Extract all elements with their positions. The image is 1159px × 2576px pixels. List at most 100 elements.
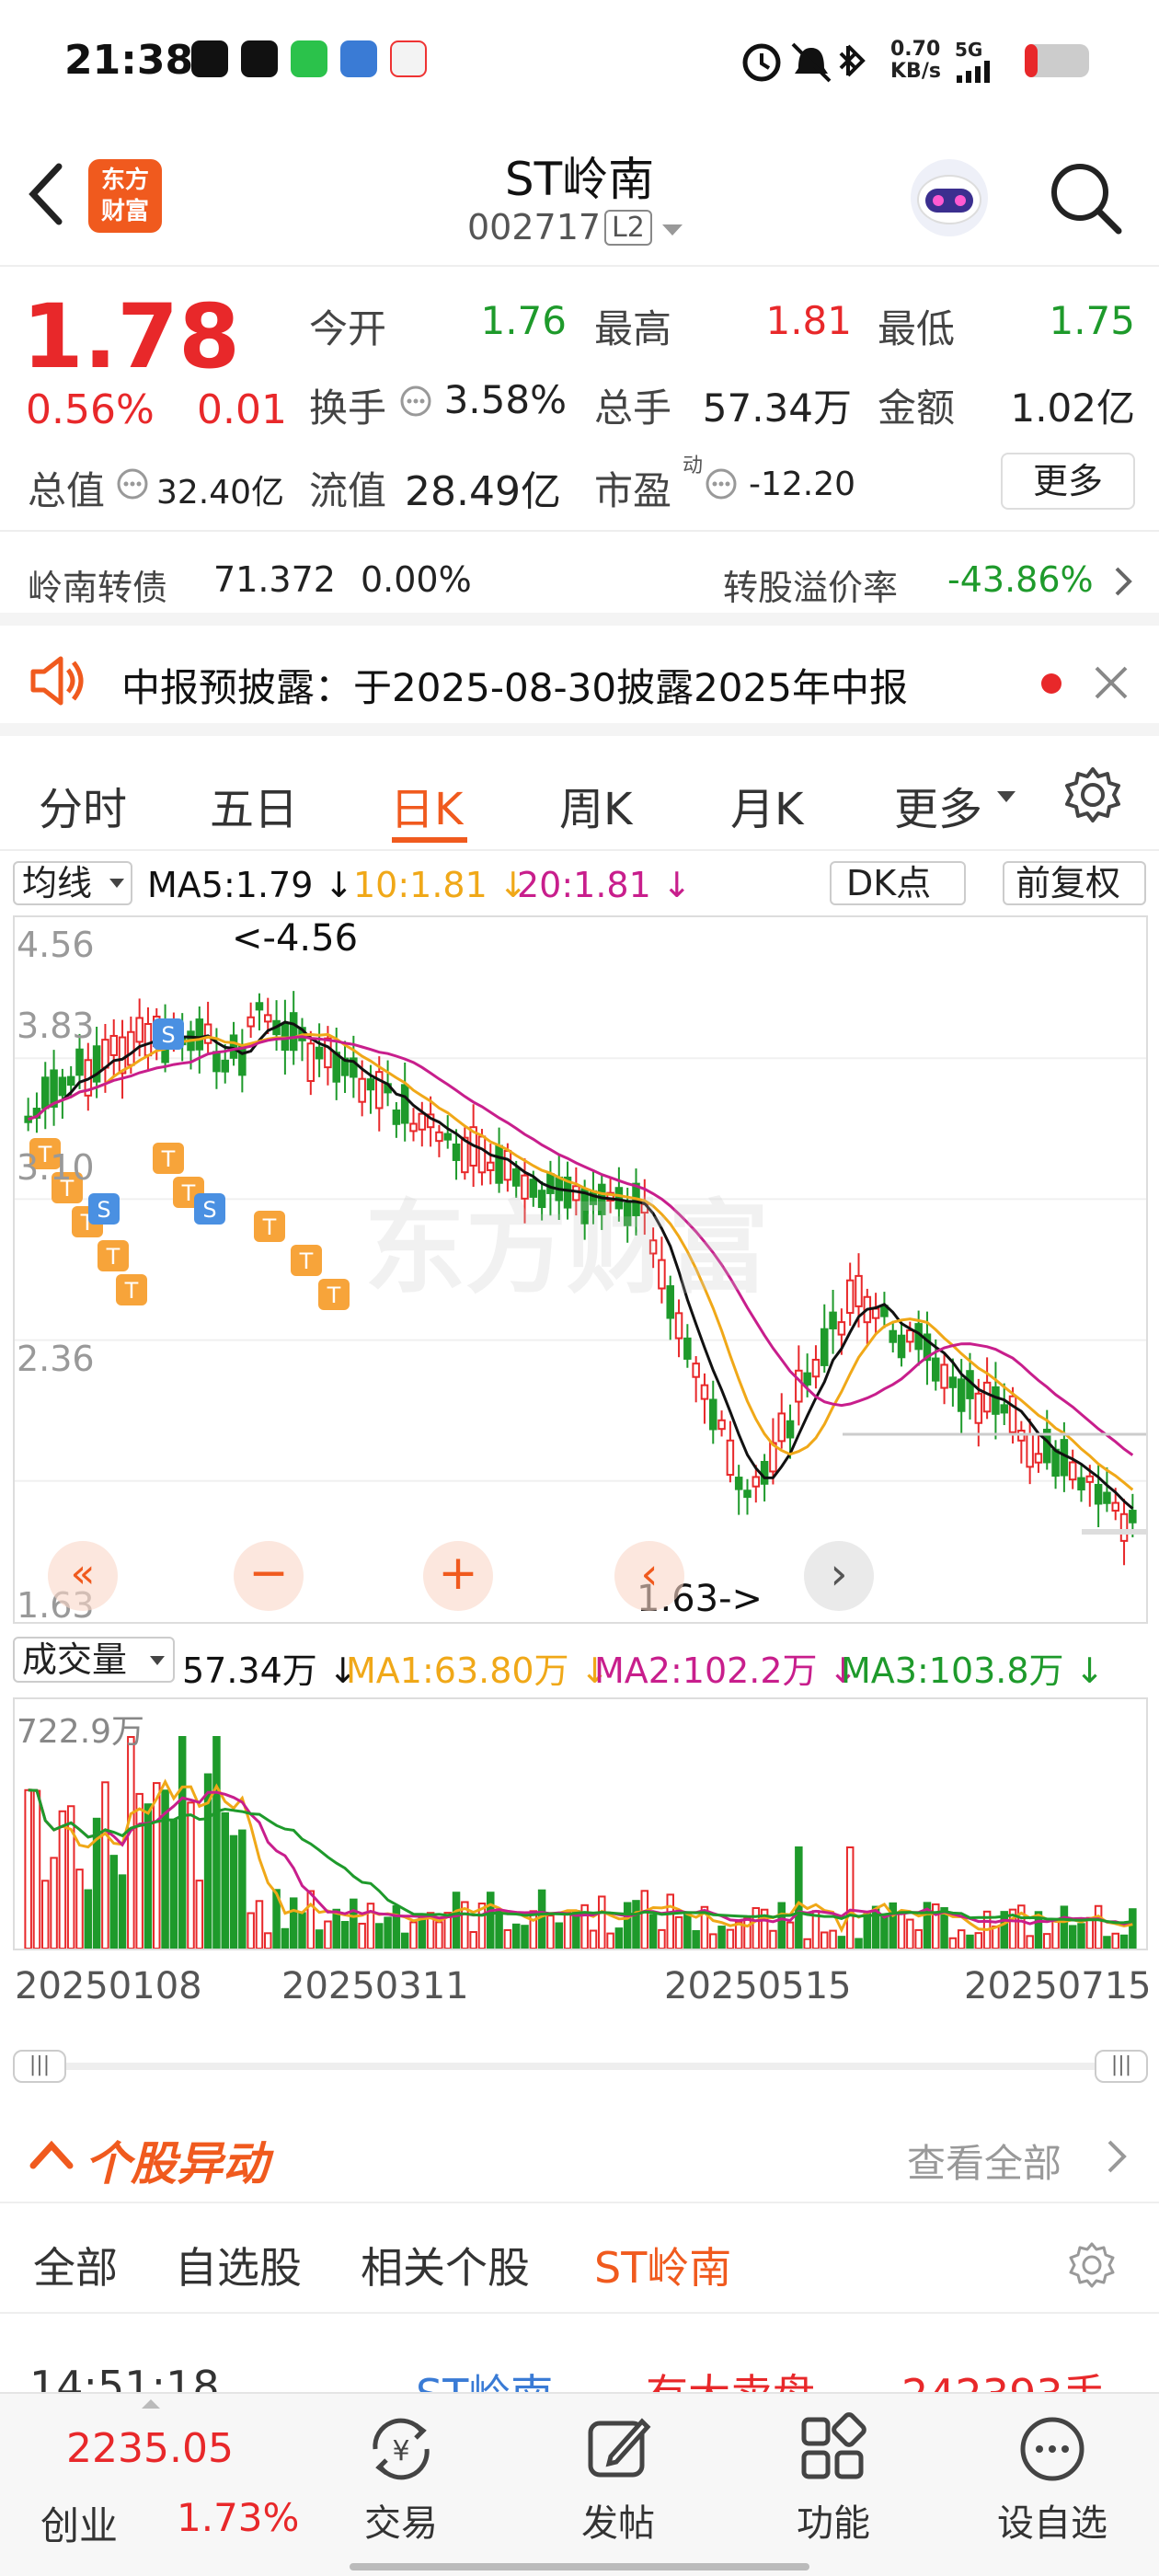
zoom-in-button[interactable]: + (423, 1541, 493, 1611)
volume-bar (1094, 1904, 1103, 1949)
post-edit-icon[interactable] (581, 2412, 655, 2486)
range-scrollbar[interactable]: ||| ||| (13, 2050, 1148, 2083)
volume-bar (289, 1897, 298, 1949)
open-label: 今开 (309, 306, 387, 351)
volume-bar (487, 1892, 495, 1949)
premium-label[interactable]: 转股溢价率 (723, 559, 898, 610)
tab-monthly-k[interactable]: 月K (730, 773, 803, 837)
volume-bar (1077, 1923, 1085, 1949)
row-type: 有大卖盘 (646, 2362, 815, 2392)
nav-post[interactable]: 发帖 (545, 2493, 692, 2547)
pe-sup: 动 (683, 454, 704, 477)
volume-bar (101, 1781, 109, 1949)
volume-bar (178, 1736, 187, 1949)
volume-bar (409, 1921, 418, 1949)
tab-weekly-k[interactable]: 周K (559, 773, 632, 837)
info-icon[interactable] (116, 467, 149, 500)
volume-bar (340, 1921, 350, 1949)
volume-chart[interactable]: 722.9万 (13, 1697, 1148, 1950)
index-value[interactable]: 2235.05 (66, 2425, 234, 2472)
chevron-right-icon[interactable] (1113, 565, 1133, 598)
premium-value: -43.86% (947, 559, 1094, 600)
trade-marker-label: S (97, 1197, 110, 1223)
candlestick-chart[interactable]: TTTTTTTTTTSSS 东方财富 4.56 3.83 3.10 2.36 1… (13, 915, 1148, 1626)
anomaly-section-header: 个股异动 查看全部 (0, 2107, 1159, 2203)
volume-bar (50, 1857, 58, 1949)
candle-body (212, 1051, 221, 1073)
candle-body (829, 1311, 837, 1329)
dk-point-button[interactable]: DK点 (830, 861, 966, 905)
subtab-related[interactable]: 相关个股 (361, 2235, 530, 2295)
volume-bar (1060, 1905, 1069, 1949)
candle-body (75, 1048, 84, 1076)
index-percent[interactable]: 1.73% (177, 2495, 299, 2540)
subtab-stock[interactable]: ST岭南 (594, 2235, 731, 2295)
gear-icon[interactable] (1067, 2240, 1117, 2290)
volume-bar (606, 1932, 614, 1949)
trade-yuan-icon[interactable]: ¥ (364, 2412, 438, 2486)
range-handle-left[interactable]: ||| (13, 2050, 66, 2083)
function-grid-icon[interactable] (797, 2412, 870, 2486)
subtab-watchlist[interactable]: 自选股 (175, 2235, 302, 2295)
volume-bar (529, 1910, 538, 1949)
trade-marker: T (318, 1279, 350, 1310)
tab-more[interactable]: 更多 (894, 773, 982, 837)
trade-marker-label: T (106, 1244, 120, 1270)
scroll-left-button[interactable]: ‹ (614, 1541, 684, 1611)
trade-marker-label: S (161, 1022, 175, 1048)
view-all-link[interactable]: 查看全部 (907, 2133, 1061, 2189)
candle-body (845, 1279, 855, 1315)
nav-add-watchlist[interactable]: 设自选 (979, 2493, 1126, 2547)
nav-function[interactable]: 功能 (760, 2493, 907, 2547)
date-label: 20250108 (15, 1965, 202, 2007)
volume-bar (109, 1855, 118, 1949)
close-icon[interactable] (1093, 664, 1130, 701)
notice-bar[interactable]: 中报预披露：于2025-08-30披露2025年中报 (0, 626, 1159, 736)
candle-body (366, 1078, 375, 1091)
info-icon[interactable] (399, 385, 432, 418)
tab-five-day[interactable]: 五日 (210, 773, 298, 837)
chevron-up-icon[interactable] (29, 2138, 74, 2171)
level2-badge[interactable]: L2 (604, 210, 652, 246)
scroll-far-left-button[interactable]: « (48, 1541, 118, 1611)
gear-icon[interactable] (1063, 765, 1122, 824)
bond-label[interactable]: 岭南转债 (28, 559, 167, 610)
volume-bar (589, 1929, 598, 1949)
adjust-button[interactable]: 前复权 (1003, 861, 1146, 905)
candle-body (992, 1386, 1000, 1415)
volume-bar (495, 1909, 503, 1949)
add-watchlist-icon[interactable] (1016, 2412, 1089, 2486)
anomaly-list-row[interactable]: 14:51:18 ST岭南 有大卖盘 242393手 (0, 2314, 1159, 2392)
nav-trade[interactable]: 交易 (327, 2493, 475, 2547)
high-value: 1.81 (765, 298, 852, 343)
volume-bar (392, 1905, 401, 1949)
zoom-out-button[interactable]: − (234, 1541, 304, 1611)
scroll-right-button[interactable]: › (804, 1541, 874, 1611)
index-name[interactable]: 创业 (40, 2495, 118, 2551)
date-label: 20250515 (664, 1965, 852, 2007)
trade-marker: S (153, 1018, 184, 1050)
turnover-label: 换手 (309, 385, 387, 431)
candle-body (1026, 1433, 1034, 1468)
candle-body (143, 1023, 153, 1057)
tab-intraday[interactable]: 分时 (39, 773, 127, 837)
more-button[interactable]: 更多 (1001, 453, 1135, 510)
volume-bar (24, 1788, 32, 1949)
row-stock[interactable]: ST岭南 (416, 2362, 553, 2392)
volume-bar (777, 1902, 786, 1949)
dropdown-triangle-icon[interactable] (660, 223, 684, 237)
chevron-right-icon[interactable] (1106, 2138, 1130, 2175)
music-app-icon (241, 40, 278, 77)
tab-daily-k[interactable]: 日K (390, 773, 463, 837)
range-handle-right[interactable]: ||| (1095, 2050, 1148, 2083)
subtab-all[interactable]: 全部 (33, 2235, 118, 2295)
date-label: 20250311 (281, 1965, 469, 2007)
volume-bar (1043, 1933, 1051, 1949)
volume-bar (1103, 1936, 1111, 1949)
volume-bar (452, 1892, 461, 1949)
info-icon[interactable] (705, 467, 738, 500)
dropdown-triangle-icon[interactable] (995, 789, 1017, 804)
volume-bar (75, 1869, 84, 1949)
volume-bar (880, 1914, 889, 1949)
price-axis-tick: 3.83 (17, 1006, 95, 1046)
